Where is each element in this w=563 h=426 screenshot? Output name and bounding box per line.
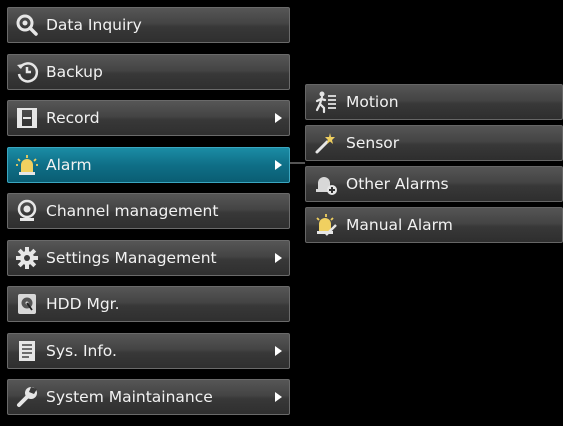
submenu-item-manual-alarm[interactable]: Manual Alarm bbox=[305, 207, 563, 243]
submenu-item-label: Motion bbox=[346, 93, 399, 111]
menu-item-settings-management[interactable]: Settings Management bbox=[7, 239, 290, 276]
menu-item-channel-management[interactable]: Channel management bbox=[7, 193, 290, 229]
submenu-connector bbox=[290, 162, 305, 164]
menu-item-label: Channel management bbox=[46, 202, 219, 220]
hdd-icon bbox=[8, 287, 46, 321]
submenu-item-sensor[interactable]: Sensor bbox=[305, 125, 563, 161]
menu-item-label: Alarm bbox=[46, 155, 92, 174]
alarm-siren-icon bbox=[8, 148, 46, 182]
alarm-plus-icon bbox=[306, 167, 346, 201]
submenu-item-motion[interactable]: Motion bbox=[305, 84, 563, 120]
submenu-arrow-icon bbox=[275, 392, 282, 402]
menu-item-system-maintainance[interactable]: System Maintainance bbox=[7, 379, 290, 415]
backup-clock-icon bbox=[8, 55, 46, 89]
magnifier-icon bbox=[8, 8, 46, 42]
menu-item-label: Settings Management bbox=[46, 248, 217, 267]
submenu-arrow-icon bbox=[275, 113, 282, 123]
motion-runner-icon bbox=[306, 85, 346, 119]
submenu-item-label: Sensor bbox=[346, 134, 400, 152]
menu-item-data-inquiry[interactable]: Data Inquiry bbox=[7, 7, 290, 43]
menu-item-label: HDD Mgr. bbox=[46, 295, 120, 313]
menu-item-label: Record bbox=[46, 109, 100, 127]
sensor-wand-icon bbox=[306, 126, 346, 160]
film-icon bbox=[8, 101, 46, 135]
menu-item-label: Backup bbox=[46, 62, 103, 81]
menu-item-hdd-mgr[interactable]: HDD Mgr. bbox=[7, 286, 290, 322]
submenu-item-label: Other Alarms bbox=[346, 175, 449, 193]
camera-icon bbox=[8, 194, 46, 228]
submenu-item-other-alarms[interactable]: Other Alarms bbox=[305, 166, 563, 202]
submenu-arrow-icon bbox=[275, 159, 282, 170]
wrench-icon bbox=[8, 380, 46, 414]
gear-icon bbox=[8, 241, 46, 275]
menu-item-label: Sys. Info. bbox=[46, 341, 117, 360]
manual-alarm-icon bbox=[306, 208, 346, 242]
submenu-arrow-icon bbox=[275, 345, 282, 356]
menu-item-record[interactable]: Record bbox=[7, 100, 290, 136]
document-icon bbox=[8, 334, 46, 368]
menu-item-backup[interactable]: Backup bbox=[7, 53, 290, 90]
menu-item-label: System Maintainance bbox=[46, 388, 213, 406]
main-menu: Data Inquiry Backup Record Alarm Channel… bbox=[7, 7, 290, 426]
menu-item-alarm[interactable]: Alarm bbox=[7, 146, 290, 183]
menu-item-sys-info[interactable]: Sys. Info. bbox=[7, 332, 290, 369]
submenu-item-label: Manual Alarm bbox=[346, 216, 453, 234]
submenu-arrow-icon bbox=[275, 252, 282, 263]
alarm-submenu: Motion Sensor Other Alarms Manual Alarm bbox=[305, 84, 563, 248]
menu-item-label: Data Inquiry bbox=[46, 16, 142, 34]
